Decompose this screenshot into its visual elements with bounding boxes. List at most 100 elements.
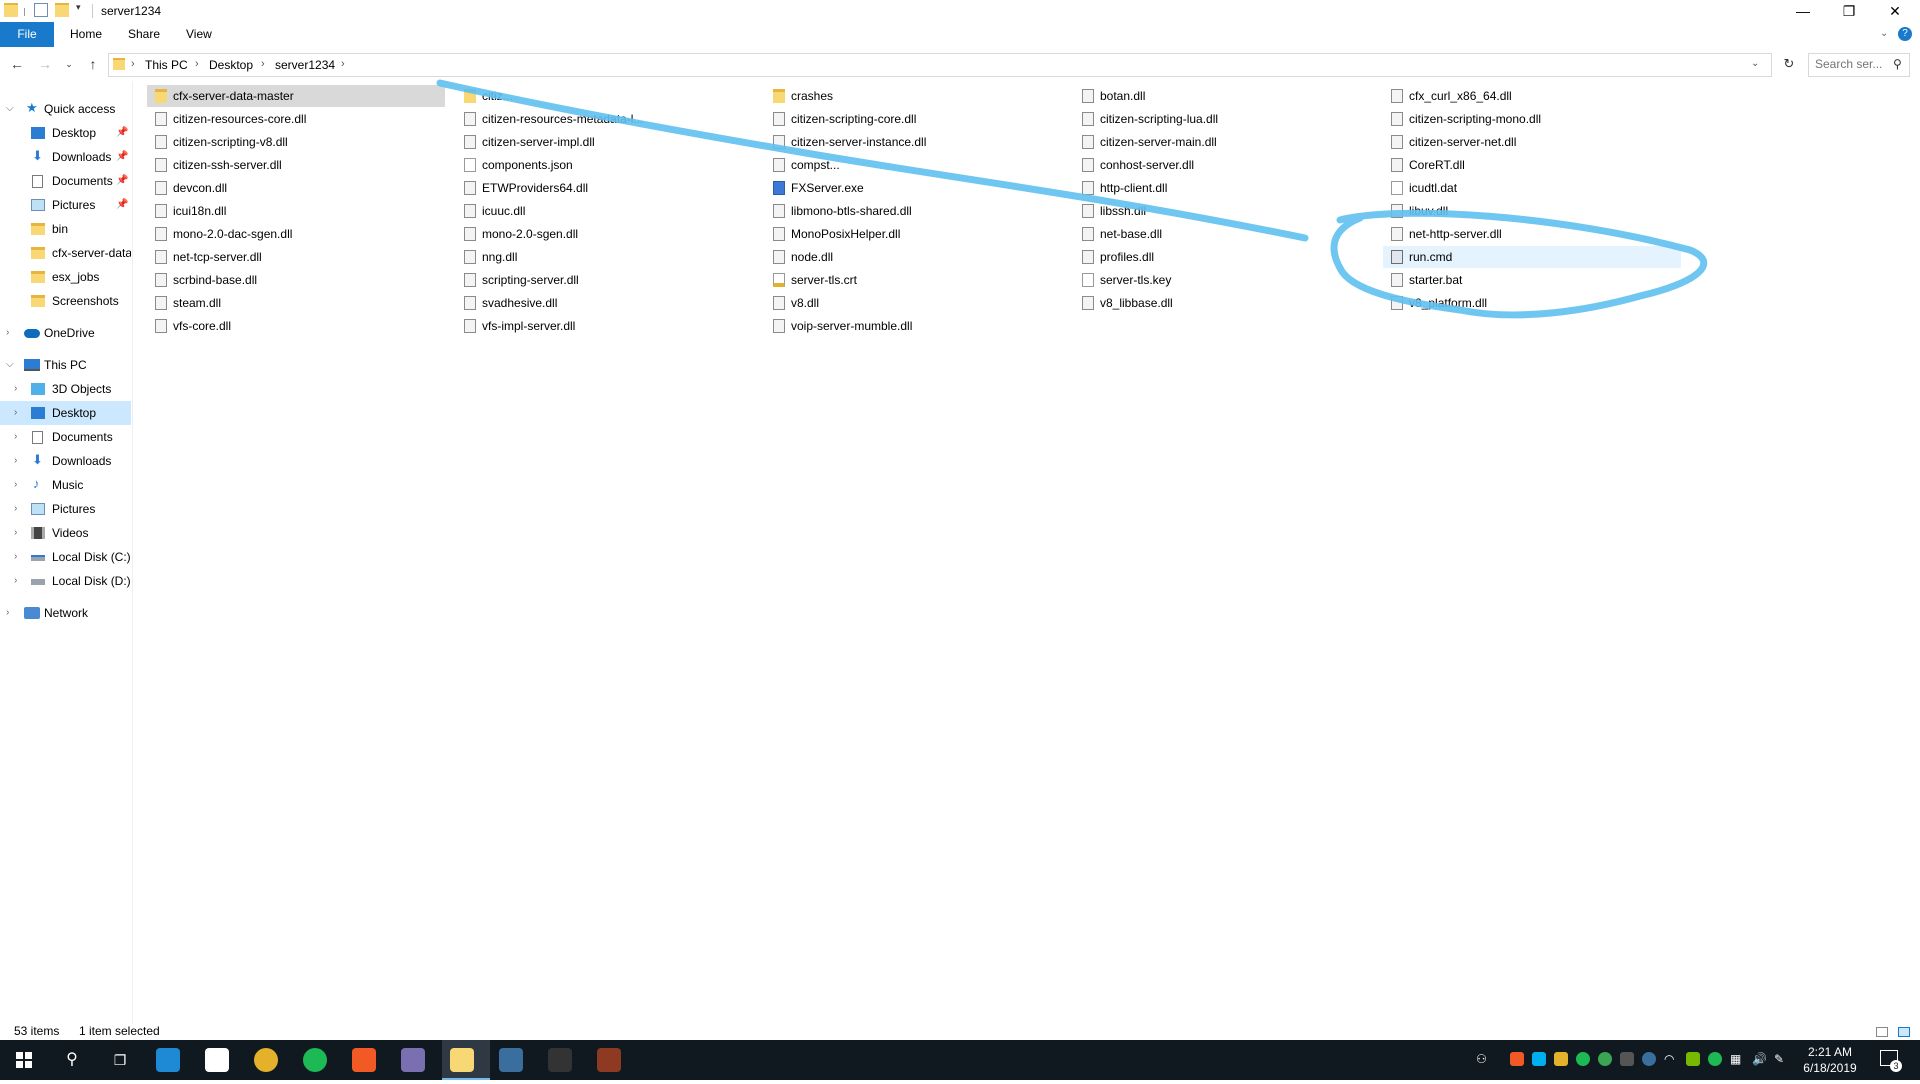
steam-tray-icon[interactable] xyxy=(1642,1052,1656,1066)
file-item[interactable]: scrbind-base.dll xyxy=(147,269,445,291)
expand-ribbon-icon[interactable]: ⌄ xyxy=(1880,28,1888,39)
folder-item[interactable]: cfx-server-data-master xyxy=(147,85,445,107)
file-item[interactable]: citizen-scripting-v8.dll xyxy=(147,131,445,153)
nav-item-desktop-pc[interactable]: › Desktop xyxy=(0,401,131,425)
file-item[interactable]: citizen-server-main.dll xyxy=(1074,131,1372,153)
people-icon[interactable]: ⚇ xyxy=(1476,1052,1490,1066)
nav-item-desktop[interactable]: Desktop 📌 xyxy=(0,121,131,145)
nav-network[interactable]: › Network xyxy=(0,601,131,625)
chevron-right-icon[interactable]: › xyxy=(6,601,9,625)
customize-toolbar-icon[interactable]: ▾ xyxy=(76,2,90,16)
file-item[interactable]: server-tls.key xyxy=(1074,269,1372,291)
nav-item-esx-jobs[interactable]: esx_jobs xyxy=(0,265,131,289)
folder-item[interactable]: citiz... xyxy=(456,85,754,107)
nav-item-documents[interactable]: Documents 📌 xyxy=(0,169,131,193)
minimize-button[interactable]: — xyxy=(1780,0,1826,22)
nav-item-screenshots[interactable]: Screenshots xyxy=(0,289,131,313)
breadcrumb-this-pc[interactable]: This PC xyxy=(145,58,188,72)
chevron-right-icon[interactable]: › xyxy=(261,58,265,70)
breadcrumb-server1234[interactable]: server1234 xyxy=(275,58,335,72)
file-item[interactable]: botan.dll xyxy=(1074,85,1372,107)
file-list[interactable]: cfx-server-data-master citizen-resources-… xyxy=(133,81,1920,1024)
network-tray-icon[interactable]: ▦ xyxy=(1730,1052,1744,1066)
file-item[interactable]: starter.bat xyxy=(1383,269,1681,291)
taskbar-app-steam[interactable] xyxy=(491,1040,539,1080)
nvidia-tray-icon[interactable] xyxy=(1686,1052,1700,1066)
file-item[interactable]: net-http-server.dll xyxy=(1383,223,1681,245)
green-app-tray-icon[interactable] xyxy=(1598,1052,1612,1066)
file-item[interactable]: citizen-resources-metadata-l... xyxy=(456,108,754,130)
file-item[interactable]: citizen-scripting-core.dll xyxy=(765,108,1063,130)
file-item[interactable]: mono-2.0-dac-sgen.dll xyxy=(147,223,445,245)
file-item[interactable]: v8.dll xyxy=(765,292,1063,314)
start-button[interactable] xyxy=(0,1040,48,1080)
tab-home[interactable]: Home xyxy=(56,22,116,47)
file-item[interactable]: libssh.dll xyxy=(1074,200,1372,222)
chevron-right-icon[interactable]: › xyxy=(14,377,17,401)
chevron-right-icon[interactable]: › xyxy=(14,569,17,593)
wifi-icon[interactable]: ◠ xyxy=(1664,1052,1678,1066)
file-item[interactable]: citizen-server-net.dll xyxy=(1383,131,1681,153)
chevron-right-icon[interactable]: › xyxy=(14,425,17,449)
file-item[interactable]: citizen-scripting-mono.dll xyxy=(1383,108,1681,130)
file-item[interactable]: cfx_curl_x86_64.dll xyxy=(1383,85,1681,107)
file-item[interactable]: server-tls.crt xyxy=(765,269,1063,291)
back-arrow-icon[interactable]: ← xyxy=(8,55,26,73)
file-item[interactable]: icuuc.dll xyxy=(456,200,754,222)
nav-item-local-disk-c[interactable]: › Local Disk (C:) xyxy=(0,545,131,569)
task-view-icon[interactable]: ❐ xyxy=(96,1040,144,1080)
skype-tray-icon[interactable] xyxy=(1532,1052,1546,1066)
taskbar-app-xampp[interactable] xyxy=(344,1040,392,1080)
file-item[interactable]: run.cmd xyxy=(1383,246,1681,268)
chevron-right-icon[interactable]: › xyxy=(14,473,17,497)
nav-onedrive[interactable]: › OneDrive xyxy=(0,321,131,345)
address-dropdown-icon[interactable]: ⌄ xyxy=(1751,58,1759,69)
chevron-right-icon[interactable]: › xyxy=(195,58,199,70)
file-item[interactable]: components.json xyxy=(456,154,754,176)
nav-item-downloads-pc[interactable]: › ⬇ Downloads xyxy=(0,449,131,473)
update-tray-icon[interactable] xyxy=(1708,1052,1722,1066)
nav-item-bin[interactable]: bin xyxy=(0,217,131,241)
file-item[interactable]: net-base.dll xyxy=(1074,223,1372,245)
file-item[interactable]: steam.dll xyxy=(147,292,445,314)
pin-icon[interactable]: 📌 xyxy=(116,193,128,217)
file-item[interactable]: nng.dll xyxy=(456,246,754,268)
nav-item-local-disk-d[interactable]: › Local Disk (D:) xyxy=(0,569,131,593)
taskbar-app-spotify[interactable] xyxy=(295,1040,343,1080)
address-bar[interactable]: › This PC › Desktop › server1234 › ⌄ xyxy=(108,53,1772,77)
taskbar-app-file-explorer[interactable] xyxy=(442,1040,490,1080)
nav-quick-access[interactable]: ⌵ ★ Quick access xyxy=(0,97,131,121)
nav-item-pictures[interactable]: Pictures 📌 xyxy=(0,193,131,217)
clock[interactable]: 2:21 AM 6/18/2019 xyxy=(1794,1044,1866,1076)
tab-share[interactable]: Share xyxy=(114,22,174,47)
taskbar-app-store[interactable] xyxy=(197,1040,245,1080)
new-folder-icon[interactable] xyxy=(55,3,69,17)
file-item[interactable]: citizen-resources-core.dll xyxy=(147,108,445,130)
taskbar-app-edge[interactable] xyxy=(148,1040,196,1080)
tab-view[interactable]: View xyxy=(172,22,226,47)
file-item[interactable]: FXServer.exe xyxy=(765,177,1063,199)
file-item[interactable]: devcon.dll xyxy=(147,177,445,199)
breadcrumb-desktop[interactable]: Desktop xyxy=(209,58,253,72)
folder-item[interactable]: crashes xyxy=(765,85,1063,107)
file-item[interactable]: v8_platform.dll xyxy=(1383,292,1681,314)
file-item[interactable]: voip-server-mumble.dll xyxy=(765,315,1063,337)
up-arrow-icon[interactable]: ↑ xyxy=(84,55,102,73)
chevron-right-icon[interactable]: › xyxy=(14,545,17,569)
forward-arrow-icon[interactable]: → xyxy=(36,55,54,73)
nav-item-videos[interactable]: › Videos xyxy=(0,521,131,545)
recent-locations-chevron-icon[interactable]: ⌄ xyxy=(60,55,78,73)
file-item[interactable]: CoreRT.dll xyxy=(1383,154,1681,176)
file-item[interactable]: icui18n.dll xyxy=(147,200,445,222)
chevron-down-icon[interactable]: ⌵ xyxy=(6,97,14,121)
restore-button[interactable]: ❐ xyxy=(1826,0,1872,22)
xampp-tray-icon[interactable] xyxy=(1510,1052,1524,1066)
file-item[interactable]: citizen-server-impl.dll xyxy=(456,131,754,153)
tab-file[interactable]: File xyxy=(0,22,54,47)
pin-icon[interactable]: 📌 xyxy=(116,169,128,193)
chevron-right-icon[interactable]: › xyxy=(14,521,17,545)
details-view-icon[interactable] xyxy=(1876,1027,1888,1037)
spotify-tray-icon[interactable] xyxy=(1576,1052,1590,1066)
chevron-down-icon[interactable]: ⌵ xyxy=(6,353,14,377)
nav-item-pictures-pc[interactable]: › Pictures xyxy=(0,497,131,521)
